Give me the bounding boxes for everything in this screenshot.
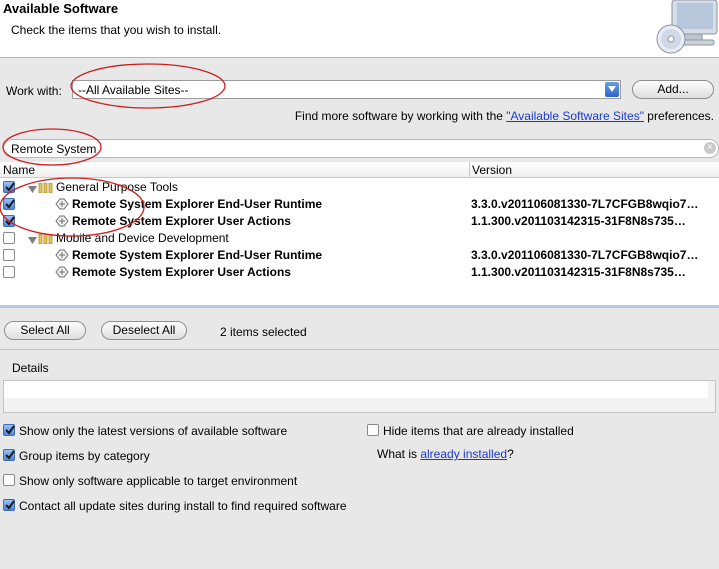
hide-installed-label: Hide items that are already installed — [383, 424, 574, 438]
wizard-header: Available Software Check the items that … — [0, 0, 719, 58]
group-by-category-checkbox[interactable] — [3, 449, 15, 461]
feature-row[interactable]: Remote System Explorer User Actions 1.1.3… — [0, 264, 719, 281]
select-all-button[interactable]: Select All — [4, 321, 86, 340]
clear-search-icon[interactable]: × — [704, 142, 716, 154]
group-by-category-label: Group items by category — [19, 449, 150, 463]
category-row[interactable]: General Purpose Tools — [0, 179, 719, 196]
column-name[interactable]: Name — [3, 163, 35, 177]
feature-label: Remote System Explorer End-User Runtime — [72, 248, 323, 262]
feature-row[interactable]: Remote System Explorer User Actions 1.1.3… — [0, 213, 719, 230]
row-checkbox[interactable] — [3, 181, 15, 193]
row-checkbox[interactable] — [3, 232, 15, 244]
add-site-button[interactable]: Add... — [632, 80, 714, 99]
feature-version: 3.3.0.v201106081330-7L7CFGB8wqio7… — [471, 197, 699, 211]
expand-triangle-icon[interactable] — [28, 183, 37, 197]
available-sites-link[interactable]: "Available Software Sites" — [506, 109, 644, 123]
more-software-prefix: Find more software by working with the — [294, 109, 507, 123]
target-environment-label: Show only software applicable to target … — [19, 474, 298, 488]
site-combo[interactable]: --All Available Sites-- — [72, 80, 621, 99]
software-tree[interactable]: Name Version General Purpose Tools Remote… — [0, 162, 719, 308]
feature-plugin-icon — [54, 197, 70, 214]
details-text-area[interactable] — [4, 381, 708, 398]
hide-installed-checkbox[interactable] — [367, 424, 379, 436]
feature-plugin-icon — [54, 265, 70, 282]
latest-versions-label: Show only the latest versions of availab… — [19, 424, 288, 438]
deselect-all-button[interactable]: Deselect All — [101, 321, 187, 340]
column-version[interactable]: Version — [469, 162, 512, 178]
selection-status: 2 items selected — [220, 325, 307, 339]
chevron-down-icon[interactable] — [605, 82, 619, 97]
filter-value: Remote System — [11, 142, 97, 156]
category-icon — [38, 182, 54, 196]
row-checkbox[interactable] — [3, 215, 15, 227]
what-is-installed-text: What is already installed? — [377, 447, 514, 461]
feature-version: 1.1.300.v201103142315-31F8N8s735… — [471, 214, 686, 228]
feature-label: Remote System Explorer End-User Runtime — [72, 197, 323, 211]
latest-versions-checkbox[interactable] — [3, 424, 15, 436]
more-software-text: Find more software by working with the "… — [295, 109, 714, 123]
already-installed-link[interactable]: already installed — [420, 447, 507, 461]
what-is-prefix: What is — [377, 447, 421, 461]
feature-label: Remote System Explorer User Actions — [72, 265, 291, 279]
filter-input[interactable]: Remote System × — [3, 139, 719, 158]
work-with-label: Work with: — [6, 84, 62, 98]
target-environment-checkbox[interactable] — [3, 474, 15, 486]
row-checkbox[interactable] — [3, 266, 15, 278]
row-checkbox[interactable] — [3, 198, 15, 210]
category-label: Mobile and Device Development — [56, 231, 229, 245]
category-row[interactable]: Mobile and Device Development — [0, 230, 719, 247]
monitor-cd-icon — [654, 0, 719, 56]
feature-plugin-icon — [54, 214, 70, 231]
page-title: Available Software — [3, 1, 119, 16]
category-icon — [38, 233, 54, 247]
feature-row[interactable]: Remote System Explorer End-User Runtime 3… — [0, 196, 719, 213]
details-label: Details — [12, 361, 49, 375]
row-checkbox[interactable] — [3, 249, 15, 261]
feature-version: 3.3.0.v201106081330-7L7CFGB8wqio7… — [471, 248, 699, 262]
contact-update-sites-checkbox[interactable] — [3, 499, 15, 511]
what-is-suffix: ? — [507, 447, 514, 461]
column-header-row: Name Version — [0, 162, 719, 178]
divider — [0, 349, 719, 350]
expand-triangle-icon[interactable] — [28, 234, 37, 248]
feature-version: 1.1.300.v201103142315-31F8N8s735… — [471, 265, 686, 279]
feature-label: Remote System Explorer User Actions — [72, 214, 291, 228]
category-label: General Purpose Tools — [56, 180, 178, 194]
site-combo-value: --All Available Sites-- — [78, 83, 189, 97]
contact-update-sites-label: Contact all update sites during install … — [19, 499, 347, 513]
details-area[interactable] — [3, 380, 716, 413]
feature-plugin-icon — [54, 248, 70, 265]
page-subtitle: Check the items that you wish to install… — [11, 23, 222, 37]
more-software-suffix: preferences. — [643, 109, 714, 123]
feature-row[interactable]: Remote System Explorer End-User Runtime 3… — [0, 247, 719, 264]
